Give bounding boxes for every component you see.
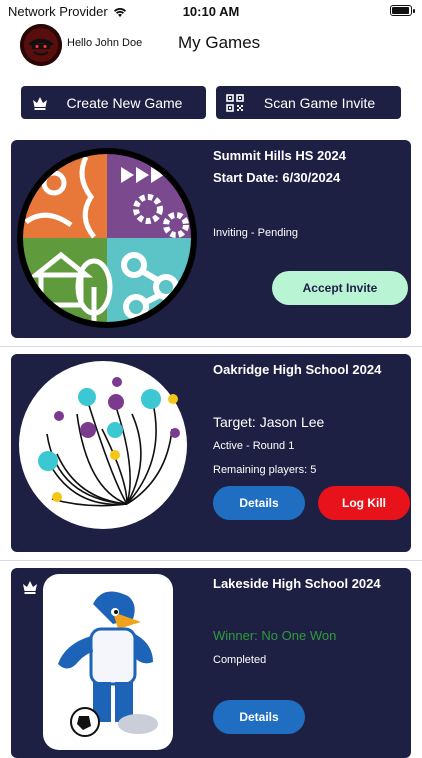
game-winner: Winner: No One Won [213, 628, 337, 643]
game-logo-image [17, 148, 197, 328]
divider [0, 346, 422, 347]
game-status: Active - Round 1 [213, 440, 295, 452]
mascot-image [43, 574, 173, 750]
details-button[interactable]: Details [213, 486, 305, 520]
create-game-button[interactable]: Create New Game [21, 86, 206, 119]
game-card[interactable]: Lakeside High School 2024 Winner: No One… [11, 568, 411, 758]
game-name: Oakridge High School 2024 [213, 362, 382, 377]
log-kill-button[interactable]: Log Kill [318, 486, 410, 520]
clock: 10:10 AM [182, 4, 240, 19]
remaining-players: Remaining players: 5 [213, 464, 317, 476]
game-target: Target: Jason Lee [213, 414, 325, 430]
accept-invite-button[interactable]: Accept Invite [272, 271, 408, 305]
app-header: Hello John Doe My Games [0, 22, 422, 66]
greeting-text: Hello John Doe [67, 37, 143, 49]
status-bar: Network Provider 10:10 AM [0, 0, 422, 22]
create-game-label: Create New Game [66, 94, 183, 111]
game-status: Inviting - Pending [213, 227, 298, 239]
game-status: Completed [213, 654, 267, 666]
battery-fill [392, 7, 409, 14]
avatar-image [20, 24, 62, 66]
scan-invite-label: Scan Game Invite [263, 94, 376, 111]
battery-icon [390, 5, 415, 16]
game-start-date: Start Date: 6/30/2024 [213, 170, 341, 185]
details-button[interactable]: Details [213, 700, 305, 734]
game-name: Summit Hills HS 2024 [213, 148, 346, 163]
avatar[interactable] [20, 24, 62, 66]
page-title: My Games [178, 33, 261, 52]
scan-invite-button[interactable]: Scan Game Invite [216, 86, 401, 119]
game-logo-image [19, 361, 187, 529]
divider [0, 560, 422, 561]
game-card[interactable]: Oakridge High School 2024 Target: Jason … [11, 354, 411, 552]
game-name: Lakeside High School 2024 [213, 576, 381, 591]
game-card[interactable]: Summit Hills HS 2024 Start Date: 6/30/20… [11, 140, 411, 338]
crown-icon [23, 581, 37, 594]
